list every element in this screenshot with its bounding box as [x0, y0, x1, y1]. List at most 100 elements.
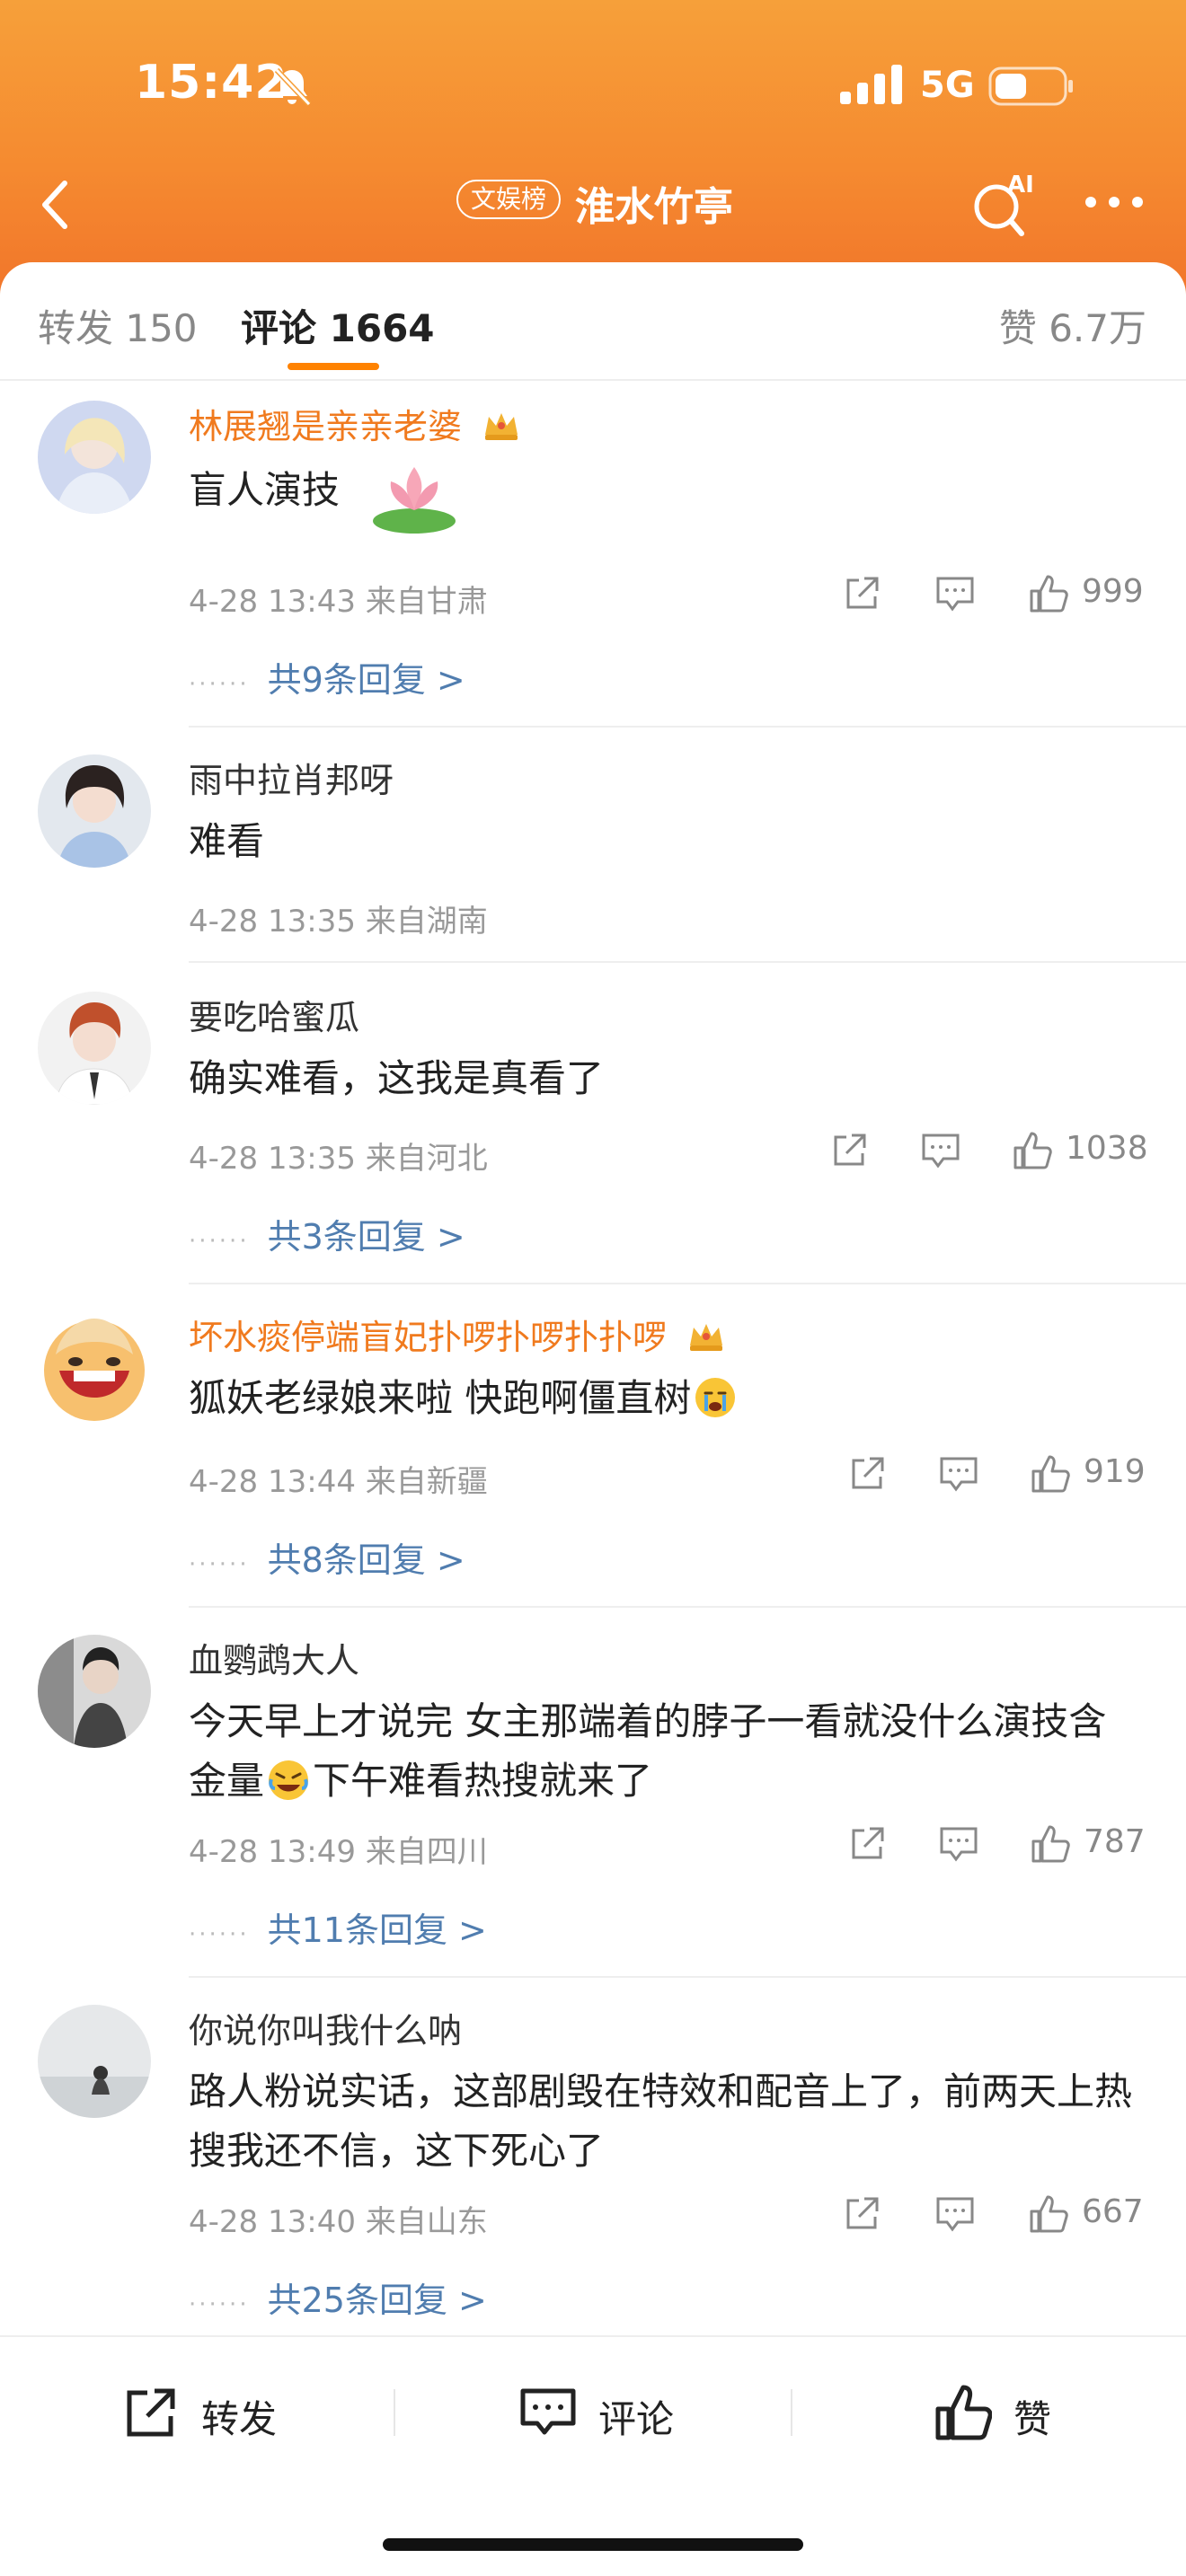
- tab-comment[interactable]: 评论 1664: [241, 298, 435, 353]
- comment-icon: [520, 2388, 576, 2435]
- network-type: 5G: [920, 65, 975, 106]
- share-icon[interactable]: [828, 1130, 870, 1171]
- avatar[interactable]: [38, 2005, 151, 2118]
- repost-button[interactable]: 转发: [122, 2380, 302, 2443]
- status-bar: 15:42 5G: [0, 0, 1186, 162]
- view-replies-link[interactable]: ······ 共9条回复 >: [189, 652, 465, 701]
- more-icon[interactable]: [1078, 180, 1150, 225]
- status-time: 15:42: [135, 56, 288, 110]
- tab-likes[interactable]: 赞 6.7万: [999, 298, 1146, 353]
- crying-face-icon: [695, 1378, 736, 1417]
- avatar[interactable]: [38, 1635, 151, 1748]
- thumb-up-icon[interactable]: [1028, 2193, 1069, 2235]
- avatar[interactable]: [38, 992, 151, 1105]
- replies-text: 共11条回复 >: [267, 1910, 487, 1950]
- like-count: 787: [1084, 1823, 1146, 1860]
- home-indicator[interactable]: [383, 2538, 803, 2551]
- tab-bar: 转发 150 评论 1664 赞 6.7万: [0, 262, 1186, 381]
- comment-username[interactable]: 雨中拉肖邦呀: [189, 753, 394, 802]
- crown-icon: [690, 1324, 723, 1351]
- like-count: 667: [1082, 2193, 1144, 2230]
- comment-username[interactable]: 你说你叫我什么呐: [189, 2003, 462, 2052]
- avatar[interactable]: [38, 754, 151, 868]
- thumb-up-icon[interactable]: [1030, 1453, 1071, 1495]
- avatar[interactable]: [38, 1311, 151, 1425]
- tab-repost[interactable]: 转发 150: [38, 298, 198, 353]
- thumb-up-icon: [935, 2385, 992, 2440]
- view-replies-link[interactable]: ······ 共8条回复 >: [189, 1532, 465, 1582]
- comment-text-content: 狐妖老绿娘来啦 快跑啊僵直树: [189, 1376, 692, 1420]
- view-replies-link[interactable]: ······ 共25条回复 >: [189, 2272, 487, 2322]
- replies-text: 共3条回复 >: [267, 1217, 465, 1257]
- repost-label: 转发: [201, 2397, 278, 2441]
- replies-dots: ······: [189, 1551, 250, 1578]
- comment-text: 盲人演技: [189, 458, 1132, 539]
- username-text: 坏水痰停端盲妃扑啰扑啰扑扑啰: [189, 1318, 668, 1357]
- back-arrow-icon[interactable]: [25, 172, 90, 237]
- ranking-badge[interactable]: 文娱榜: [456, 180, 562, 219]
- comment-text: 今天早上才说完 女主那端着的脖子一看就没什么演技含金量 下午难看热搜就来了: [189, 1692, 1132, 1811]
- divider: [189, 961, 1186, 963]
- comment-actions: 919: [846, 1451, 1146, 1496]
- tab-active-indicator: [288, 363, 379, 370]
- comment-actions: 1038: [828, 1128, 1148, 1173]
- view-replies-link[interactable]: ······ 共11条回复 >: [189, 1902, 487, 1952]
- lotus-sticker-icon: [373, 467, 456, 534]
- comment-icon[interactable]: [938, 1453, 979, 1495]
- username-text: 林展翘是亲亲老婆: [189, 407, 463, 446]
- comment-text: 路人粉说实话，这部剧毁在特效和配音上了，前两天上热搜我还不信，这下死心了: [189, 2069, 1133, 2173]
- bottom-action-bar: 转发 评论 赞: [0, 2335, 1186, 2481]
- comment-timestamp: 4-28 13:43 来自甘肃: [189, 584, 488, 620]
- comment-timestamp: 4-28 13:35 来自河北: [189, 1141, 488, 1177]
- comment-username[interactable]: 林展翘是亲亲老婆: [189, 399, 521, 448]
- divider: [189, 1606, 1186, 1608]
- thumb-up-icon[interactable]: [1028, 573, 1069, 614]
- comment-actions: 787: [846, 1822, 1146, 1866]
- ai-search-icon[interactable]: AI: [966, 169, 1038, 241]
- comment-label: 评论: [598, 2397, 675, 2441]
- divider: [189, 726, 1186, 728]
- like-count: 999: [1082, 573, 1144, 610]
- comment-username[interactable]: 坏水痰停端盲妃扑啰扑啰扑扑啰: [189, 1310, 726, 1359]
- replies-dots: ······: [189, 1921, 250, 1948]
- comment-icon[interactable]: [934, 2193, 976, 2235]
- signal-icon: [840, 65, 902, 104]
- comment-text: 难看: [189, 819, 265, 863]
- comment-timestamp: 4-28 13:40 来自山东: [189, 2204, 488, 2240]
- comment-actions: 667: [841, 2192, 1146, 2236]
- comment-text: 狐妖老绿娘来啦 快跑啊僵直树: [189, 1369, 1132, 1428]
- comment-username[interactable]: 血鹦鹉大人: [189, 1633, 359, 1682]
- replies-dots: ······: [189, 671, 250, 698]
- share-icon[interactable]: [841, 573, 882, 614]
- like-count: 919: [1084, 1453, 1146, 1490]
- comment-username[interactable]: 要吃哈蜜瓜: [189, 990, 359, 1039]
- comment-timestamp: 4-28 13:49 来自四川: [189, 1834, 488, 1870]
- divider: [791, 2389, 792, 2436]
- comment-button[interactable]: 评论: [519, 2380, 699, 2443]
- replies-dots: ······: [189, 2291, 250, 2318]
- comment-timestamp: 4-28 13:35 来自湖南: [189, 904, 488, 940]
- thumb-up-icon[interactable]: [1012, 1130, 1053, 1171]
- like-label: 赞: [1013, 2397, 1052, 2441]
- battery-icon: [988, 66, 1073, 106]
- replies-text: 共25条回复 >: [267, 2280, 487, 2320]
- share-icon[interactable]: [846, 1453, 888, 1495]
- thumb-up-icon[interactable]: [1030, 1823, 1071, 1865]
- view-replies-link[interactable]: ······ 共3条回复 >: [189, 1209, 465, 1258]
- comment-icon[interactable]: [934, 573, 976, 614]
- avatar[interactable]: [38, 401, 151, 514]
- share-icon: [127, 2388, 175, 2437]
- comments-panel: 转发 150 评论 1664 赞 6.7万 林展翘是亲亲老婆 盲人演技 4-28…: [0, 262, 1186, 2576]
- replies-dots: ······: [189, 1228, 250, 1255]
- share-icon[interactable]: [846, 1823, 888, 1865]
- comment-icon[interactable]: [920, 1130, 961, 1171]
- comment-icon[interactable]: [938, 1823, 979, 1865]
- mute-bell-icon: [274, 67, 312, 107]
- crown-icon: [485, 413, 518, 440]
- replies-text: 共8条回复 >: [267, 1540, 465, 1580]
- page-title: 淮水竹亭: [575, 184, 733, 230]
- share-icon[interactable]: [841, 2193, 882, 2235]
- comment-actions: 999: [841, 571, 1146, 616]
- nav-bar: 文娱榜 淮水竹亭 AI: [0, 162, 1186, 260]
- like-button[interactable]: 赞: [934, 2380, 1078, 2443]
